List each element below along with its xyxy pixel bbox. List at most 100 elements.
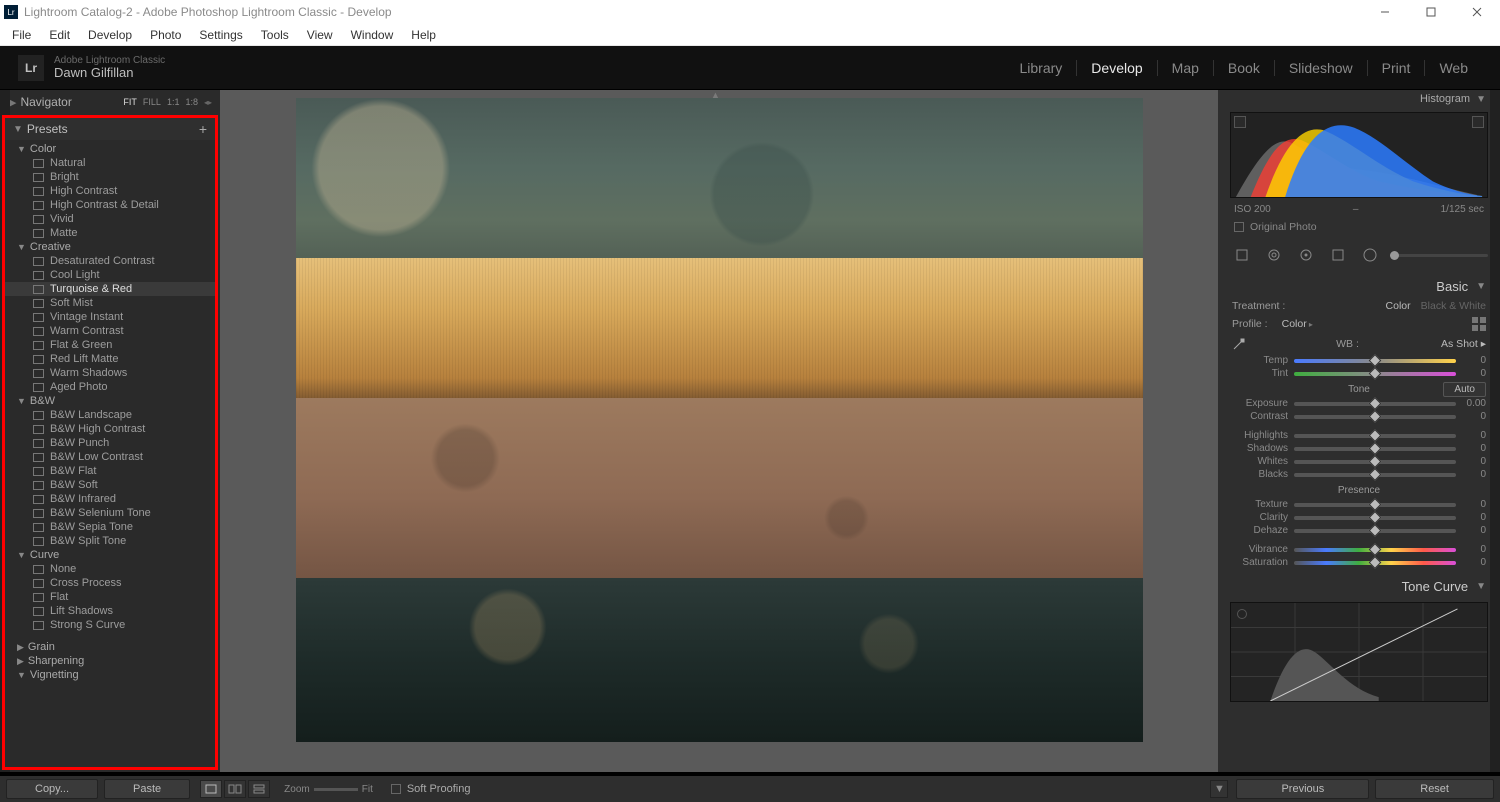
preset-item[interactable]: B&W Sepia Tone [5,520,215,534]
preset-item[interactable]: Cool Light [5,268,215,282]
window-close-button[interactable] [1454,0,1500,24]
vibrance-slider[interactable]: Vibrance0 [1218,543,1500,556]
nav-zoom-stepper[interactable]: ◂▸ [204,98,212,107]
zoom-control[interactable]: Zoom Fit [284,784,373,795]
toolbar-options-dropdown[interactable]: ▼ [1210,780,1228,798]
preset-item[interactable]: Matte [5,226,215,240]
shadows-slider[interactable]: Shadows0 [1218,442,1500,455]
mask-amount-slider[interactable] [1390,254,1488,257]
nav-zoom-1-1[interactable]: 1:1 [167,97,180,107]
nav-zoom-fit[interactable]: FIT [123,97,137,107]
preset-item[interactable]: Vivid [5,212,215,226]
preset-item[interactable]: Turquoise & Red [5,282,215,296]
module-slideshow[interactable]: Slideshow [1275,60,1367,76]
right-panel-rail[interactable] [1490,90,1500,772]
paste-settings-button[interactable]: Paste [104,779,190,799]
soft-proofing-toggle[interactable]: Soft Proofing [391,783,471,795]
module-web[interactable]: Web [1425,60,1482,76]
crop-tool-icon[interactable] [1230,243,1254,267]
redeye-tool-icon[interactable] [1294,243,1318,267]
exposure-slider[interactable]: Exposure0.00 [1218,397,1500,410]
saturation-slider[interactable]: Saturation0 [1218,556,1500,569]
preset-item[interactable]: B&W Selenium Tone [5,506,215,520]
clarity-slider[interactable]: Clarity0 [1218,511,1500,524]
preset-group-b-w[interactable]: ▼B&W [5,394,215,408]
preset-item[interactable]: B&W Split Tone [5,534,215,548]
nav-zoom-1-8[interactable]: 1:8 [185,97,198,107]
radial-filter-tool-icon[interactable] [1358,243,1382,267]
contrast-slider[interactable]: Contrast0 [1218,410,1500,423]
module-print[interactable]: Print [1368,60,1425,76]
preset-item[interactable]: Strong S Curve [5,618,215,632]
menu-window[interactable]: Window [343,26,402,44]
preset-item[interactable]: High Contrast [5,184,215,198]
loupe-view-icon[interactable] [200,780,222,798]
preset-group-creative[interactable]: ▼Creative [5,240,215,254]
navigator-zoom-options[interactable]: FIT FILL 1:1 1:8 ◂▸ [123,97,212,107]
preset-group-vignetting[interactable]: ▼Vignetting [5,668,215,682]
preset-item[interactable]: Cross Process [5,576,215,590]
preset-item[interactable]: High Contrast & Detail [5,198,215,212]
preset-item[interactable]: Lift Shadows [5,604,215,618]
window-maximize-button[interactable] [1408,0,1454,24]
nav-zoom-fill[interactable]: FILL [143,97,161,107]
histogram-graph[interactable] [1230,112,1488,198]
preset-group-sharpening[interactable]: ▶Sharpening [5,654,215,668]
menu-file[interactable]: File [4,26,39,44]
preset-item[interactable]: Vintage Instant [5,310,215,324]
preset-group-grain[interactable]: ▶Grain [5,640,215,654]
original-photo-toggle[interactable]: Original Photo [1218,217,1500,239]
presets-tree[interactable]: ▼ColorNaturalBrightHigh ContrastHigh Con… [5,140,215,767]
navigator-header[interactable]: ▶ Navigator FITFILL1:11:8◂▸ [0,91,220,113]
menu-tools[interactable]: Tools [253,26,297,44]
tint-slider[interactable]: Tint0 [1218,367,1500,380]
menu-view[interactable]: View [299,26,341,44]
profile-browser-icon[interactable] [1472,317,1486,331]
module-develop[interactable]: Develop [1077,60,1156,76]
treatment-bw[interactable]: Black & White [1421,300,1486,312]
profile-dropdown[interactable]: Color [1276,317,1319,331]
presets-header[interactable]: ▼ Presets + [5,118,215,140]
preset-item[interactable]: B&W Infrared [5,492,215,506]
tonecurve-graph[interactable] [1230,602,1488,702]
checkbox-icon[interactable] [391,784,401,794]
treatment-color[interactable]: Color [1386,300,1411,312]
menu-help[interactable]: Help [403,26,444,44]
whites-slider[interactable]: Whites0 [1218,455,1500,468]
preset-item[interactable]: Warm Contrast [5,324,215,338]
preset-item[interactable]: B&W Landscape [5,408,215,422]
menu-settings[interactable]: Settings [191,26,250,44]
preset-group-color[interactable]: ▼Color [5,142,215,156]
preset-item[interactable]: Aged Photo [5,380,215,394]
previous-button[interactable]: Previous [1236,779,1369,799]
preset-item[interactable]: B&W Punch [5,436,215,450]
add-preset-button[interactable]: + [199,121,207,137]
texture-slider[interactable]: Texture0 [1218,498,1500,511]
dehaze-slider[interactable]: Dehaze0 [1218,524,1500,537]
preset-item[interactable]: Desaturated Contrast [5,254,215,268]
highlights-slider[interactable]: Highlights0 [1218,429,1500,442]
wb-dropdown[interactable]: As Shot ▸ [1441,338,1486,350]
module-map[interactable]: Map [1158,60,1213,76]
menu-develop[interactable]: Develop [80,26,140,44]
graduated-filter-tool-icon[interactable] [1326,243,1350,267]
preset-item[interactable]: Red Lift Matte [5,352,215,366]
preset-item[interactable]: Soft Mist [5,296,215,310]
module-library[interactable]: Library [1006,60,1077,76]
histogram-header[interactable]: Histogram ▼ [1218,90,1500,108]
checkbox-icon[interactable] [1234,222,1244,232]
window-minimize-button[interactable] [1362,0,1408,24]
blacks-slider[interactable]: Blacks0 [1218,468,1500,481]
preset-item[interactable]: Flat & Green [5,338,215,352]
preset-item[interactable]: B&W Soft [5,478,215,492]
preset-item[interactable]: B&W High Contrast [5,422,215,436]
image-viewer[interactable]: ▲ [220,90,1218,772]
preset-item[interactable]: B&W Low Contrast [5,450,215,464]
before-after-tb-icon[interactable] [248,780,270,798]
auto-tone-button[interactable]: Auto [1443,382,1486,397]
preset-item[interactable]: None [5,562,215,576]
reset-button[interactable]: Reset [1375,779,1494,799]
preset-item[interactable]: B&W Flat [5,464,215,478]
preset-item[interactable]: Bright [5,170,215,184]
before-after-lr-icon[interactable] [224,780,246,798]
